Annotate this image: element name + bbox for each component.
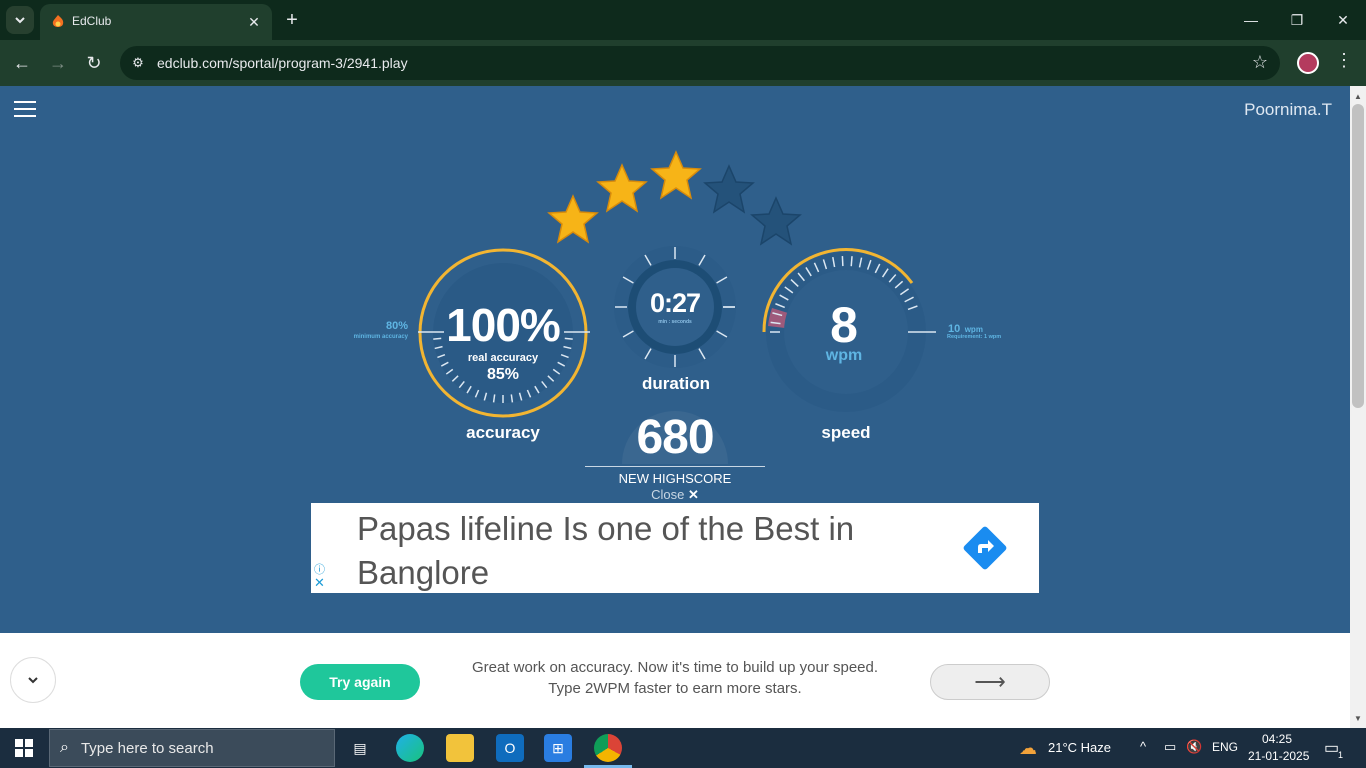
clock-date[interactable]: 21-01-2025: [1248, 749, 1309, 763]
feedback-message: Great work on accuracy. Now it's time to…: [430, 657, 920, 699]
new-highscore-label: NEW HIGHSCORE: [618, 471, 732, 486]
language-indicator[interactable]: ENG: [1212, 740, 1238, 754]
speed-label: speed: [821, 423, 871, 442]
duration-value: 0:27: [649, 288, 701, 318]
duration-label: duration: [642, 374, 710, 393]
notification-count: 1: [1338, 750, 1344, 760]
weather-icon[interactable]: ☁: [1014, 734, 1042, 762]
speed-req-unit: wpm: [964, 325, 983, 334]
speed-unit: wpm: [825, 347, 863, 364]
gauge-tick: [492, 394, 496, 403]
close-label: Close: [651, 487, 685, 502]
scrollbar-thumb[interactable]: [1352, 104, 1364, 408]
profile-avatar[interactable]: [1297, 52, 1319, 74]
browser-tabbar: EdClub ✕ + — ❐ ✕: [0, 0, 1366, 40]
star-rating: [548, 151, 801, 245]
min-accuracy-value: 80%: [385, 320, 408, 332]
browser-toolbar: ← → ↻ ⚙ edclub.com/sportal/program-3/294…: [0, 40, 1366, 86]
taskbar-search[interactable]: ⌕ Type here to search: [49, 729, 335, 767]
reload-button[interactable]: ↻: [80, 49, 108, 77]
restore-button[interactable]: ❐: [1274, 0, 1320, 40]
star-5-icon: [751, 197, 801, 245]
real-accuracy-value: 85%: [486, 366, 520, 383]
star-2-icon: [597, 164, 647, 212]
close-window-button[interactable]: ✕: [1320, 0, 1366, 40]
volume-muted-icon[interactable]: 🔇: [1186, 739, 1202, 755]
new-tab-button[interactable]: +: [280, 8, 304, 32]
chrome-icon[interactable]: [594, 734, 622, 762]
score-divider: [585, 466, 765, 467]
task-view-icon[interactable]: ▤: [346, 734, 374, 762]
advertisement[interactable]: Papas lifeline Is one of the Best in Ban…: [311, 503, 1039, 593]
minimize-button[interactable]: —: [1228, 0, 1274, 40]
star-3-icon: [651, 151, 701, 199]
gauge-tick: [564, 337, 573, 340]
search-placeholder: Type here to search: [80, 739, 214, 757]
star-4-icon: [704, 165, 754, 213]
speed-value: 8: [830, 297, 858, 353]
gauge-tick: [510, 394, 514, 403]
forward-button[interactable]: →: [44, 49, 72, 77]
ad-close-icon[interactable]: ✕: [314, 575, 325, 591]
windows-taskbar: ⌕ Type here to search ▤ O ⊞ ☁ 21°C Haze …: [0, 728, 1366, 768]
tab-close-icon[interactable]: ✕: [244, 12, 264, 32]
close-icon: ✕: [687, 487, 699, 502]
chevron-down-icon: [28, 677, 38, 684]
outlook-icon[interactable]: O: [496, 734, 524, 762]
min-accuracy-label: minimum accuracy: [353, 334, 408, 340]
arrow-right-icon: ⟶: [974, 669, 1006, 694]
chevron-down-icon: [15, 17, 25, 24]
tray-chevron-icon[interactable]: ^: [1140, 739, 1146, 754]
url-text[interactable]: edclub.com/sportal/program-3/2941.play: [157, 55, 408, 71]
star-1-icon: [548, 195, 598, 243]
directions-icon[interactable]: [962, 525, 1008, 571]
start-button[interactable]: [0, 728, 48, 768]
weather-text[interactable]: 21°C Haze: [1048, 740, 1111, 755]
search-icon: ⌕: [60, 739, 69, 756]
hamburger-menu-icon[interactable]: [14, 101, 36, 117]
collapse-button[interactable]: [10, 657, 56, 703]
next-lesson-button[interactable]: ⟶: [930, 664, 1050, 700]
file-explorer-icon[interactable]: [446, 734, 474, 762]
real-accuracy-label: real accuracy: [467, 352, 539, 364]
speed-req-label: Requirement: 1 wpm: [947, 334, 1002, 340]
notification-icon[interactable]: ▭: [1324, 738, 1339, 758]
address-bar[interactable]: ⚙ edclub.com/sportal/program-3/2941.play…: [120, 46, 1280, 80]
accuracy-label: accuracy: [466, 423, 540, 442]
network-icon[interactable]: ▭: [1164, 739, 1176, 755]
tab-title: EdClub: [72, 14, 112, 28]
windows-logo-icon: [15, 739, 33, 757]
gauge-tick: [850, 256, 853, 267]
store-icon[interactable]: ⊞: [544, 734, 572, 762]
close-highscore-button[interactable]: Close ✕: [630, 487, 720, 503]
scroll-up-icon[interactable]: ▲: [1350, 88, 1366, 104]
edclub-favicon-icon: [52, 15, 64, 27]
browser-tab[interactable]: EdClub ✕: [40, 4, 272, 40]
duration-unit: min : seconds: [658, 319, 692, 325]
results-footer: Try again Great work on accuracy. Now it…: [0, 633, 1350, 728]
feedback-line-1: Great work on accuracy. Now it's time to…: [471, 659, 879, 676]
tab-search-button[interactable]: [6, 6, 34, 34]
accuracy-value: 100%: [446, 299, 561, 351]
bookmark-star-icon[interactable]: ☆: [1252, 52, 1268, 73]
edge-icon[interactable]: [396, 734, 424, 762]
gauge-tick: [433, 337, 442, 340]
feedback-line-2: Type 2WPM faster to earn more stars.: [548, 680, 802, 697]
username[interactable]: Poornima.T: [1244, 100, 1332, 120]
clock-time[interactable]: 04:25: [1262, 732, 1292, 746]
back-button[interactable]: ←: [8, 49, 36, 77]
browser-menu-icon[interactable]: ⋮: [1334, 50, 1354, 71]
try-again-button[interactable]: Try again: [300, 664, 420, 700]
site-info-icon[interactable]: ⚙: [128, 53, 148, 73]
score-value: 680: [636, 411, 714, 464]
scroll-down-icon[interactable]: ▼: [1350, 710, 1366, 726]
ad-text[interactable]: Papas lifeline Is one of the Best in Ban…: [357, 507, 917, 595]
page-content: Poornima.T 100% real accuracy 85% accura…: [0, 86, 1350, 728]
